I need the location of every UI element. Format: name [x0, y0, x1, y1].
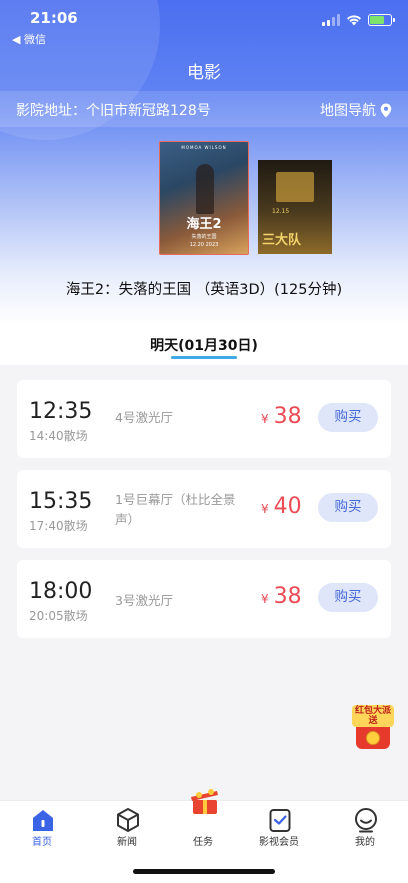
- location-pin-icon: [380, 103, 392, 117]
- hall-name: 4号激光厅: [115, 410, 173, 425]
- back-to-wechat-link[interactable]: ◀ 微信: [12, 31, 46, 47]
- price: ¥ 38: [261, 584, 302, 609]
- wifi-icon: [347, 15, 361, 26]
- price: ¥ 38: [261, 404, 302, 429]
- poster-date: 12.20 2023: [189, 242, 219, 248]
- tab-label: 影视会员: [259, 837, 299, 848]
- map-navigation-button[interactable]: 地图导航: [320, 100, 392, 120]
- poster-figure: [276, 172, 314, 202]
- buy-button[interactable]: 购买: [318, 583, 378, 612]
- status-time: 21:06: [30, 9, 78, 27]
- start-time: 15:35: [29, 489, 93, 514]
- price-value: 38: [273, 404, 302, 429]
- hall-name: 3号激光厅: [115, 593, 173, 608]
- cinema-address: 影院地址：个旧市新冠路128号: [16, 103, 211, 119]
- cube-icon: [117, 808, 139, 832]
- coin-icon: [366, 731, 380, 745]
- gift-box-icon: [191, 789, 218, 814]
- currency-symbol: ¥: [261, 502, 269, 516]
- start-time: 18:00: [29, 579, 93, 604]
- currency-symbol: ¥: [261, 592, 269, 606]
- red-envelope-floating-button[interactable]: 红包大派送: [352, 703, 394, 751]
- home-icon: [33, 810, 53, 831]
- tab-label: 我的: [355, 837, 375, 848]
- movie-poster-side[interactable]: 12.15 三大队: [258, 160, 332, 254]
- date-tabs: 明天(01月30日): [0, 325, 408, 365]
- poster-title: 三大队: [262, 233, 302, 248]
- movie-poster-aquaman[interactable]: MOMOA WILSON 海王2 失落的王国 12.20 2023: [159, 141, 249, 255]
- price: ¥ 40: [261, 494, 302, 519]
- map-navigation-label: 地图导航: [320, 103, 376, 119]
- active-tab-underline: [171, 356, 237, 359]
- showtime-card: 15:35 17:40散场 1号巨幕厅（杜比全景声） ¥ 40 购买: [17, 470, 391, 548]
- end-time: 14:40散场: [29, 429, 88, 443]
- poster-date: 12.15: [272, 208, 290, 215]
- movie-title: 海王2：失落的王国 （英语3D）(125分钟): [65, 282, 343, 298]
- battery-icon: [368, 14, 395, 26]
- cellular-signal-icon: [322, 14, 340, 26]
- tab-label: 新闻: [117, 837, 137, 848]
- currency-symbol: ¥: [261, 412, 269, 426]
- poster-title: 海王2: [186, 217, 222, 232]
- end-time: 17:40散场: [29, 519, 88, 533]
- end-time: 20:05散场: [29, 609, 88, 623]
- member-card-icon: [269, 809, 291, 832]
- showtime-card: 18:00 20:05散场 3号激光厅 ¥ 38 购买: [17, 560, 391, 638]
- status-bar: 21:06 ◀ 微信: [0, 0, 408, 48]
- hall-name: 1号巨幕厅（杜比全景声）: [115, 492, 236, 527]
- poster-figure: [196, 164, 214, 214]
- start-time: 12:35: [29, 399, 93, 424]
- profile-icon: [355, 808, 377, 833]
- home-indicator: [133, 869, 275, 874]
- showtime-card: 12:35 14:40散场 4号激光厅 ¥ 38 购买: [17, 380, 391, 458]
- buy-button[interactable]: 购买: [318, 493, 378, 522]
- address-bar: 影院地址：个旧市新冠路128号 地图导航: [0, 91, 408, 127]
- status-icons: [322, 14, 395, 26]
- price-value: 38: [273, 584, 302, 609]
- tab-label: 首页: [32, 837, 52, 848]
- page-title: 电影: [187, 63, 221, 83]
- red-envelope-label: 红包大派送: [352, 705, 394, 727]
- poster-subtitle: 失落的王国: [191, 234, 217, 240]
- tab-date-tomorrow[interactable]: 明天(01月30日): [0, 335, 408, 355]
- tab-label: 任务: [193, 837, 213, 848]
- price-value: 40: [273, 494, 302, 519]
- buy-button[interactable]: 购买: [318, 403, 378, 432]
